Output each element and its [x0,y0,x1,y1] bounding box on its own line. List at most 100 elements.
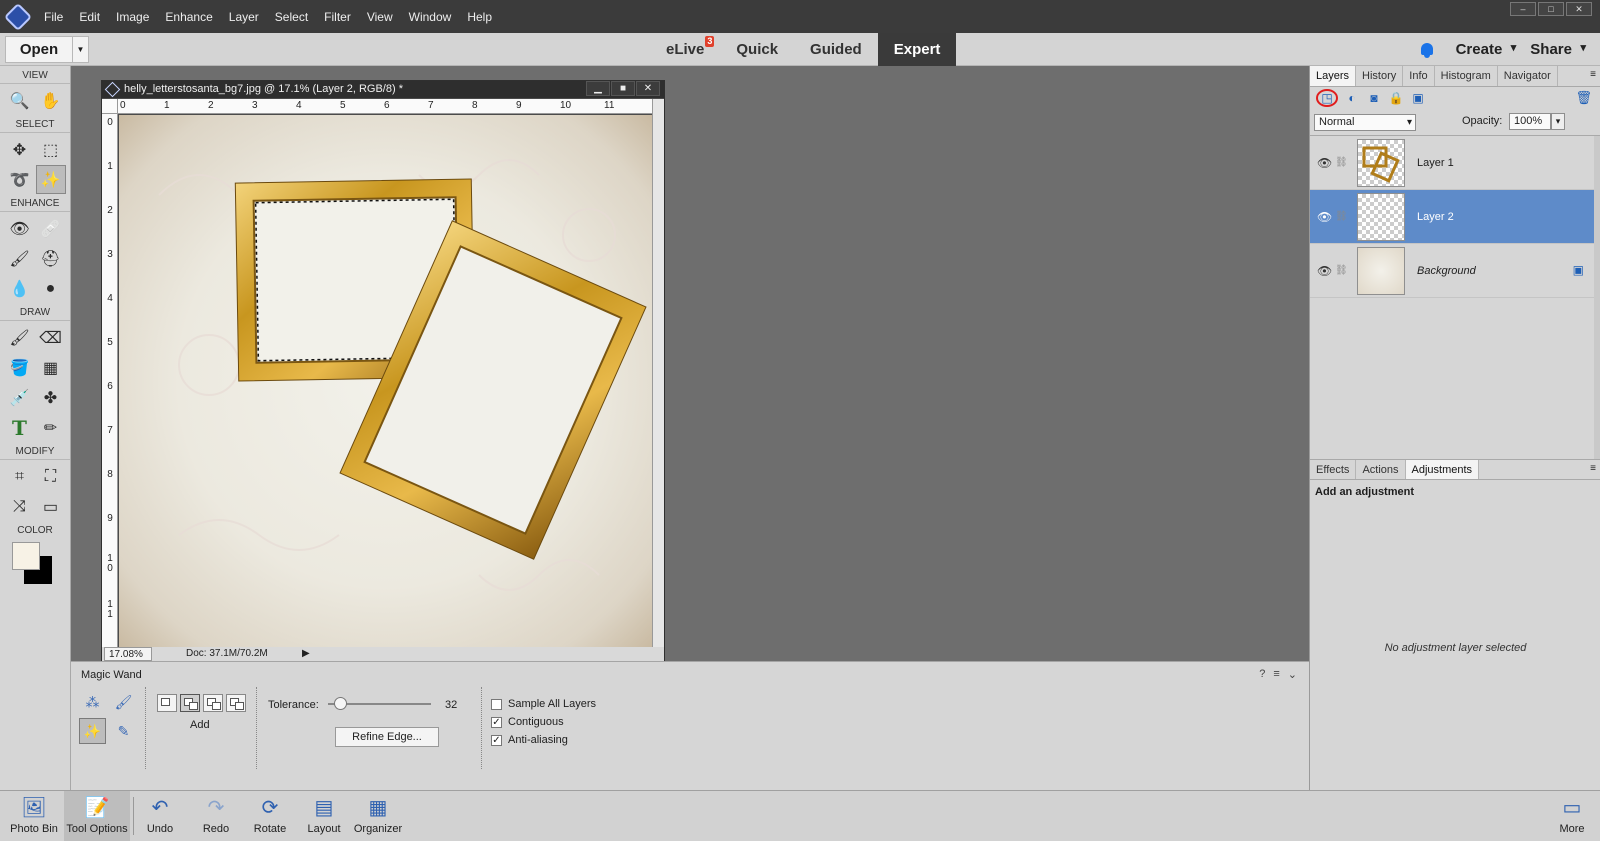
color-swatches[interactable] [10,542,60,588]
recompose-tool-icon[interactable]: ⛶ [36,462,66,491]
create-button[interactable]: Create [1456,41,1516,58]
rotate-button[interactable]: ⟳ Rotate [248,791,292,841]
document-vertical-scrollbar[interactable] [652,99,664,647]
refine-edge-button[interactable]: Refine Edge... [335,727,439,747]
status-menu-arrow-icon[interactable]: ▶ [302,647,310,661]
move-tool-icon[interactable]: ✥ [5,135,35,164]
foreground-color-swatch[interactable] [12,542,40,570]
new-adjustment-layer-icon[interactable]: ◐ [1344,90,1360,106]
adjust-panel-menu-icon[interactable]: ≡ [1590,463,1596,474]
layout-button[interactable]: ▤ Layout [302,791,346,841]
sponge-tool-icon[interactable]: ● [36,274,66,303]
paint-bucket-tool-icon[interactable]: 🪣 [5,353,35,382]
contiguous-option[interactable]: ✓ Contiguous [491,713,596,731]
tab-effects[interactable]: Effects [1310,460,1357,479]
auto-selection-variant-icon[interactable]: ✎ [110,718,137,744]
tolerance-value[interactable]: 32 [445,699,457,711]
open-button[interactable]: Open [5,36,73,63]
add-to-selection-icon[interactable] [180,694,200,712]
contiguous-checkbox[interactable]: ✓ [491,716,502,728]
anti-aliasing-option[interactable]: ✓ Anti-aliasing [491,731,596,749]
layer-row-background[interactable]: 👁 ⛓ Background ▣ [1310,244,1600,298]
tab-adjustments[interactable]: Adjustments [1405,460,1480,479]
collapse-chevron-icon[interactable]: ⌄ [1288,668,1297,681]
zoom-tool-icon[interactable]: 🔍 [5,86,35,115]
subtract-from-selection-icon[interactable] [203,694,223,712]
lock-all-icon[interactable]: 🔒 [1388,90,1404,106]
menu-image[interactable]: Image [108,10,157,24]
tab-info[interactable]: Info [1403,66,1435,86]
brush-tool-icon[interactable]: 🖌 [5,323,35,352]
tab-actions[interactable]: Actions [1356,460,1406,479]
layers-scrollbar[interactable] [1594,136,1600,459]
image-canvas[interactable] [119,115,652,647]
help-icon[interactable]: ? [1259,668,1265,681]
menu-select[interactable]: Select [267,10,316,24]
visibility-eye-icon[interactable]: 👁 [1317,210,1332,224]
clone-stamp-tool-icon[interactable]: ⛑ [36,244,66,273]
pencil-tool-icon[interactable]: ✏ [36,413,66,442]
mode-tab-elive[interactable]: eLive 3 [650,33,720,66]
zoom-level-field[interactable]: 17.08% [104,647,152,661]
crop-tool-icon[interactable]: ⌗ [5,462,35,491]
document-minimize-icon[interactable]: ▁ [586,81,610,96]
new-layer-icon[interactable]: ◳ [1316,89,1338,107]
type-tool-icon[interactable]: T [5,413,35,442]
new-selection-icon[interactable] [157,694,177,712]
minimize-window-icon[interactable]: – [1510,2,1536,16]
close-window-icon[interactable]: ✕ [1566,2,1592,16]
link-icon[interactable]: ⛓ [1335,211,1349,222]
eyedropper-tool-icon[interactable]: 💉 [5,383,35,412]
document-close-icon[interactable]: ✕ [636,81,660,96]
layer-row-layer-2[interactable]: 👁 ⛓ Layer 2 [1310,190,1600,244]
gradient-tool-icon[interactable]: ▦ [36,353,66,382]
custom-shape-tool-icon[interactable]: ✤ [36,383,66,412]
content-aware-move-tool-icon[interactable]: ⤨ [5,492,35,521]
smart-brush-tool-icon[interactable]: 🖌 [5,244,35,273]
mode-tab-quick[interactable]: Quick [720,33,794,66]
straighten-tool-icon[interactable]: ▭ [36,492,66,521]
sample-all-layers-option[interactable]: Sample All Layers [491,695,596,713]
sample-all-layers-checkbox[interactable] [491,698,502,710]
menu-file[interactable]: File [36,10,71,24]
tool-options-menu-icon[interactable]: ≡ [1273,668,1279,681]
selection-brush-variant-icon[interactable]: 🖌 [110,689,137,715]
menu-window[interactable]: Window [401,10,460,24]
eraser-tool-icon[interactable]: ⌫ [36,323,66,352]
redo-button[interactable]: ↷ Redo [196,791,236,841]
blur-tool-icon[interactable]: 💧 [5,274,35,303]
open-dropdown-icon[interactable]: ▼ [73,36,89,63]
undo-button[interactable]: ↶ Undo [140,791,180,841]
menu-enhance[interactable]: Enhance [157,10,220,24]
tab-histogram[interactable]: Histogram [1435,66,1498,86]
visibility-eye-icon[interactable]: 👁 [1317,156,1332,170]
mode-tab-guided[interactable]: Guided [794,33,878,66]
healing-brush-tool-icon[interactable]: 🩹 [36,214,66,243]
link-icon[interactable]: ⛓ [1335,157,1349,168]
photo-bin-button[interactable]: 🖼 Photo Bin [4,791,64,841]
menu-help[interactable]: Help [459,10,500,24]
tolerance-slider-knob[interactable] [334,697,347,710]
tab-layers[interactable]: Layers [1310,66,1357,86]
menu-filter[interactable]: Filter [316,10,359,24]
hand-tool-icon[interactable]: ✋ [36,86,66,115]
blend-mode-select[interactable]: Normal [1314,113,1416,131]
opacity-dropdown-icon[interactable]: ▾ [1551,113,1565,130]
magic-wand-variant-icon[interactable]: ✨ [79,718,106,744]
magic-wand-tool-icon[interactable]: ✨ [35,165,66,194]
tool-options-button[interactable]: 📝 Tool Options [64,791,130,841]
red-eye-tool-icon[interactable]: 👁 [5,214,35,243]
menu-edit[interactable]: Edit [71,10,108,24]
document-maximize-icon[interactable]: ■ [611,81,635,96]
intersect-selection-icon[interactable] [226,694,246,712]
delete-layer-icon[interactable]: 🗑 [1575,90,1592,106]
link-icon[interactable]: ⛓ [1335,265,1349,276]
tab-history[interactable]: History [1356,66,1404,86]
more-button[interactable]: ▭ More [1552,791,1592,841]
marquee-tool-icon[interactable]: ⬚ [36,135,66,164]
lasso-tool-icon[interactable]: ➰ [5,165,35,194]
share-button[interactable]: Share [1530,41,1585,58]
panel-menu-icon[interactable]: ≡ [1590,69,1596,80]
add-layer-mask-icon[interactable]: ◙ [1366,90,1382,106]
document-title-bar[interactable]: helly_letterstosanta_bg7.jpg @ 17.1% (La… [102,81,664,98]
